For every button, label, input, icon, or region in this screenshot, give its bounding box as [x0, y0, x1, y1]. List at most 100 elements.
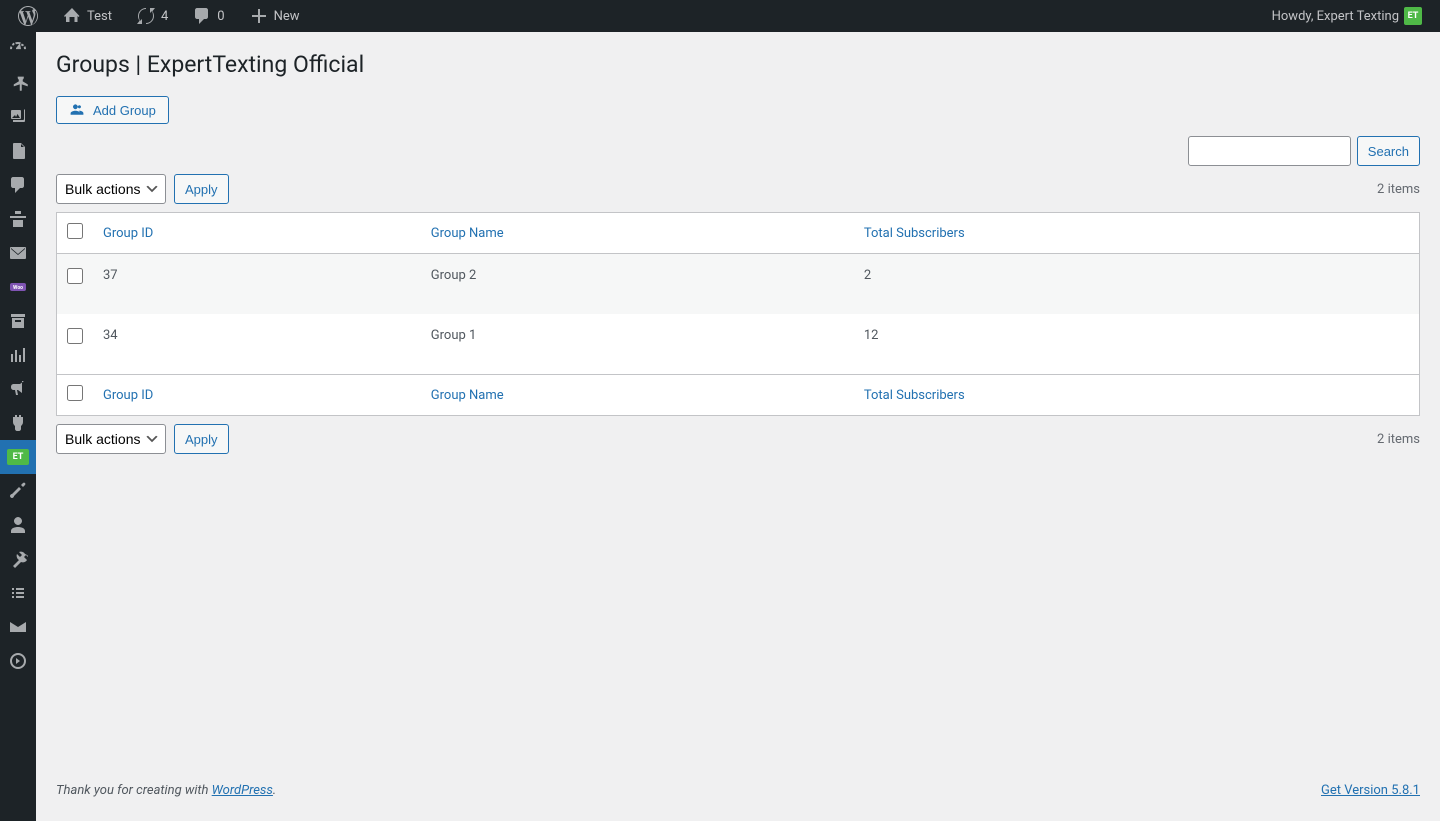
tablenav-top: Bulk actions Apply 2 items [56, 174, 1420, 204]
svg-text:Woo: Woo [13, 285, 23, 291]
add-group-button[interactable]: Add Group [56, 96, 169, 124]
items-count-bottom: 2 items [1377, 432, 1420, 447]
collapse-icon [8, 651, 28, 671]
wrench-icon [8, 549, 28, 569]
admin-bar: Test 4 0 New Howdy, Expert Texting ET [0, 0, 1440, 32]
bulk-select-bottom[interactable]: Bulk actions [56, 424, 166, 454]
sidebar-item-templates[interactable] [0, 202, 36, 236]
cell-group-name: Group 2 [421, 254, 854, 315]
main-content: Groups | ExpertTexting Official Add Grou… [36, 32, 1440, 765]
home-icon [62, 6, 82, 26]
howdy-text: Howdy, Expert Texting [1272, 9, 1399, 24]
select-all-bottom[interactable] [67, 385, 83, 401]
site-name-link[interactable]: Test [54, 0, 120, 32]
sidebar-item-experttexting[interactable]: ET [0, 440, 36, 474]
howdy-link[interactable]: Howdy, Expert Texting ET [1264, 0, 1430, 32]
cell-group-id: 37 [93, 254, 421, 315]
sidebar-item-mail2[interactable] [0, 610, 36, 644]
users-icon [69, 102, 85, 118]
admin-bar-left: Test 4 0 New [10, 0, 308, 32]
cell-group-name: Group 1 [421, 314, 854, 375]
header-group-id[interactable]: Group ID [93, 213, 421, 254]
et-badge-icon: ET [7, 449, 29, 465]
header-group-name[interactable]: Group Name [421, 213, 854, 254]
chart-icon [8, 345, 28, 365]
sidebar-item-woocommerce[interactable]: Woo [0, 270, 36, 304]
plus-icon [249, 6, 269, 26]
sidebar-item-posts[interactable] [0, 66, 36, 100]
template-icon [8, 209, 28, 229]
comments-icon [192, 6, 212, 26]
pages-icon [8, 141, 28, 161]
wordpress-logo[interactable] [10, 0, 46, 32]
comment-icon [8, 175, 28, 195]
table-row: 37 Group 2 2 [57, 254, 1420, 315]
megaphone-icon [8, 379, 28, 399]
cell-subscribers: 2 [854, 254, 1420, 315]
wordpress-icon [18, 6, 38, 26]
tablenav-bottom: Bulk actions Apply 2 items [56, 424, 1420, 454]
admin-footer: Thank you for creating with WordPress. G… [36, 765, 1440, 816]
settings-icon [8, 583, 28, 603]
envelope-icon [8, 617, 28, 637]
mail-icon [8, 243, 28, 263]
search-button[interactable]: Search [1357, 136, 1420, 166]
site-name-label: Test [87, 9, 112, 24]
footer-group-name[interactable]: Group Name [421, 375, 854, 416]
sidebar-item-mail[interactable] [0, 236, 36, 270]
sidebar-item-dashboard[interactable] [0, 32, 36, 66]
updates-link[interactable]: 4 [128, 0, 176, 32]
comments-link[interactable]: 0 [184, 0, 232, 32]
version-link[interactable]: Get Version 5.8.1 [1321, 783, 1420, 798]
update-icon [136, 6, 156, 26]
woo-icon: Woo [8, 277, 28, 297]
sidebar-item-analytics[interactable] [0, 338, 36, 372]
row-checkbox[interactable] [67, 328, 83, 344]
search-row: Search [56, 136, 1420, 166]
admin-sidebar: Woo ET [0, 32, 36, 821]
sidebar-item-media[interactable] [0, 100, 36, 134]
bulk-select-top[interactable]: Bulk actions [56, 174, 166, 204]
add-group-label: Add Group [93, 103, 156, 118]
pin-icon [8, 73, 28, 93]
page-title: Groups | ExpertTexting Official [56, 51, 1420, 78]
brush-icon [8, 481, 28, 501]
archive-icon [8, 311, 28, 331]
table-row: 34 Group 1 12 [57, 314, 1420, 375]
groups-table: Group ID Group Name Total Subscribers 37… [56, 212, 1420, 416]
search-input[interactable] [1188, 136, 1351, 166]
footer-total-subscribers[interactable]: Total Subscribers [854, 375, 1420, 416]
user-avatar: ET [1404, 7, 1422, 25]
comments-count: 0 [217, 9, 224, 24]
wordpress-link[interactable]: WordPress [212, 783, 273, 798]
admin-bar-right: Howdy, Expert Texting ET [1264, 0, 1430, 32]
sidebar-item-collapse[interactable] [0, 644, 36, 678]
footer-group-id[interactable]: Group ID [93, 375, 421, 416]
items-count-top: 2 items [1377, 182, 1420, 197]
sidebar-item-tools[interactable] [0, 542, 36, 576]
media-icon [8, 107, 28, 127]
apply-button-bottom[interactable]: Apply [174, 424, 229, 454]
dashboard-icon [8, 39, 28, 59]
sidebar-item-marketing[interactable] [0, 372, 36, 406]
sidebar-item-users[interactable] [0, 508, 36, 542]
select-all-top[interactable] [67, 223, 83, 239]
apply-button-top[interactable]: Apply [174, 174, 229, 204]
sidebar-item-pages[interactable] [0, 134, 36, 168]
footer-thankyou: Thank you for creating with WordPress. [56, 783, 276, 798]
row-checkbox[interactable] [67, 268, 83, 284]
cell-subscribers: 12 [854, 314, 1420, 375]
header-total-subscribers[interactable]: Total Subscribers [854, 213, 1420, 254]
cell-group-id: 34 [93, 314, 421, 375]
plugin-icon [8, 413, 28, 433]
bulk-actions-top: Bulk actions Apply [56, 174, 229, 204]
sidebar-item-products[interactable] [0, 304, 36, 338]
updates-count: 4 [161, 9, 168, 24]
sidebar-item-settings[interactable] [0, 576, 36, 610]
sidebar-item-plugins[interactable] [0, 406, 36, 440]
bulk-actions-bottom: Bulk actions Apply [56, 424, 229, 454]
sidebar-item-comments[interactable] [0, 168, 36, 202]
sidebar-item-appearance[interactable] [0, 474, 36, 508]
user-icon [8, 515, 28, 535]
new-link[interactable]: New [241, 0, 308, 32]
